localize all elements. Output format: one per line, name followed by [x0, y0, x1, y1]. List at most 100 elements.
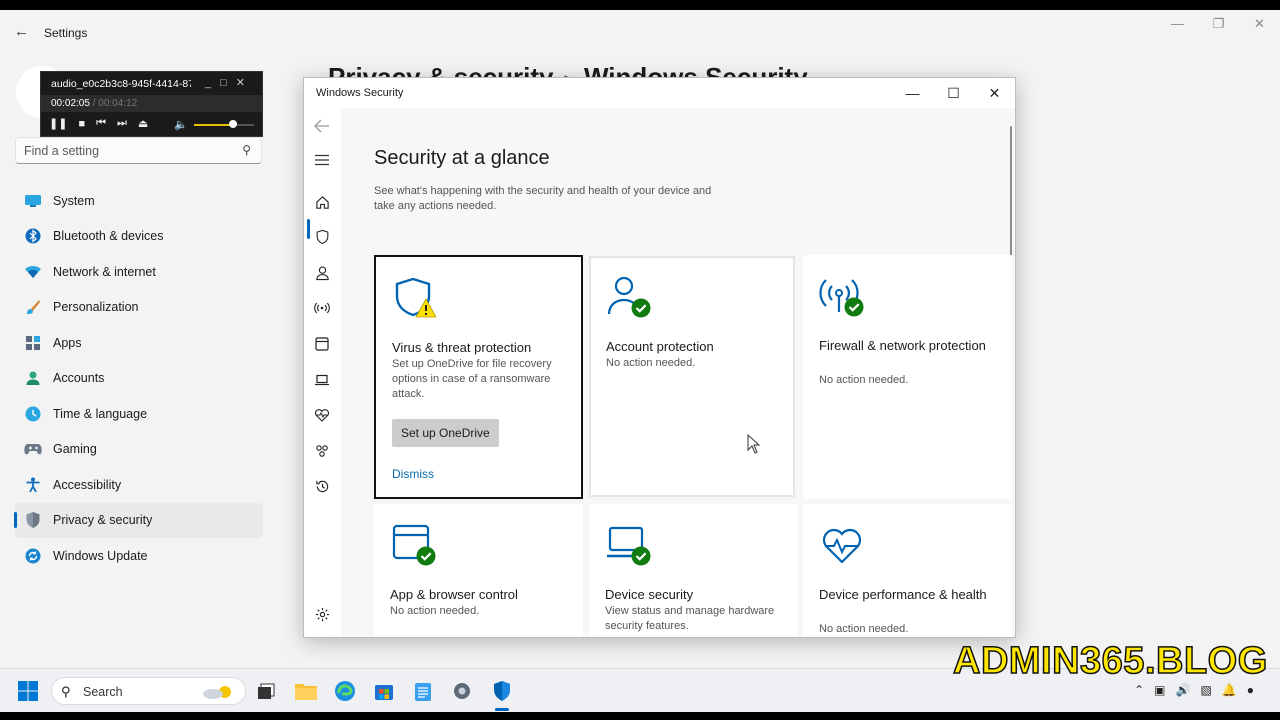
account-protection-card[interactable]: Account protection No action needed.	[589, 256, 795, 497]
bell-icon[interactable]: 🔔	[1222, 683, 1237, 697]
maximize-icon[interactable]: ☐	[933, 78, 974, 108]
card-title: Virus & threat protection	[392, 340, 532, 355]
search-input[interactable]	[16, 138, 231, 163]
close-icon[interactable]: ✕	[974, 78, 1015, 108]
security-content: Security at a glance See what's happenin…	[341, 108, 1015, 637]
copilot-icon[interactable]: ●	[1247, 683, 1254, 697]
store-icon	[375, 685, 393, 700]
sidebar-item-gaming[interactable]: Gaming	[15, 432, 263, 468]
monitor-icon[interactable]: ▣	[1154, 683, 1165, 697]
sidebar-item-accessibility[interactable]: Accessibility	[15, 467, 263, 503]
family-icon[interactable]	[312, 441, 332, 461]
settings-taskbar-button[interactable]	[448, 677, 476, 705]
setup-onedrive-button[interactable]: Set up OneDrive	[392, 419, 499, 447]
firewall-card[interactable]: Firewall & network protection No action …	[803, 255, 1012, 499]
restore-icon[interactable]: ❐	[1198, 16, 1239, 32]
search-icon: ⚲	[61, 684, 71, 699]
window-controls: — ☐ ✕	[892, 78, 1015, 108]
volume-icon[interactable]: 🔊	[1176, 683, 1191, 697]
heart-pulse-icon[interactable]	[312, 405, 332, 425]
windows-logo-icon	[18, 681, 38, 701]
virus-threat-card[interactable]: Virus & threat protection Set up OneDriv…	[374, 255, 583, 499]
file-explorer-button[interactable]	[292, 677, 320, 705]
heart-pulse-icon	[822, 528, 862, 564]
shield-icon[interactable]	[312, 227, 332, 247]
chevron-up-icon[interactable]: ⌃	[1134, 683, 1144, 697]
edge-button[interactable]	[331, 677, 359, 705]
total-time: 00:04:12	[98, 98, 138, 109]
hamburger-menu-icon[interactable]	[312, 150, 332, 170]
previous-icon[interactable]: ⏮	[96, 117, 106, 130]
start-button[interactable]	[14, 677, 42, 705]
sidebar-item-personalization[interactable]: Personalization	[15, 290, 263, 326]
taskbar-search[interactable]: ⚲ Search	[51, 677, 246, 705]
minimize-icon[interactable]: —	[892, 78, 933, 108]
sidebar-item-system[interactable]: System	[15, 183, 263, 219]
minimize-icon[interactable]: _	[205, 77, 220, 89]
close-icon[interactable]: ✕	[1239, 16, 1280, 32]
card-description: No action needed.	[819, 374, 909, 386]
shield-icon	[494, 681, 510, 701]
pause-icon[interactable]: ❚❚	[49, 117, 67, 130]
folder-icon	[295, 684, 317, 700]
wifi-antenna-icon[interactable]	[312, 298, 332, 318]
maximize-icon[interactable]: □	[220, 77, 236, 89]
sidebar-item-apps[interactable]: Apps	[15, 325, 263, 361]
device-security-card[interactable]: Device security View status and manage h…	[589, 504, 798, 637]
windows-security-taskbar-button[interactable]	[488, 677, 516, 705]
windows-security-window: Windows Security — ☐ ✕ Security at a gla…	[303, 77, 1016, 638]
mouse-cursor-icon	[747, 434, 761, 454]
close-icon[interactable]: ✕	[236, 77, 254, 89]
sidebar-item-accounts[interactable]: Accounts	[15, 361, 263, 397]
firewall-antenna-check-icon	[819, 279, 864, 317]
card-description: No action needed.	[819, 623, 909, 635]
back-arrow-icon[interactable]	[312, 116, 332, 136]
search-icon[interactable]: ⚲	[242, 143, 251, 157]
media-player[interactable]: audio_e0c2b3c8-945f-4414-87b _□✕ 00:02:0…	[40, 71, 263, 137]
app-browser-card[interactable]: App & browser control No action needed.	[374, 504, 583, 637]
sidebar-item-network-internet[interactable]: Network & internet	[15, 254, 263, 290]
gear-icon	[454, 683, 470, 699]
gear-icon[interactable]	[312, 604, 332, 624]
notepad-button[interactable]	[409, 677, 437, 705]
store-button[interactable]	[370, 677, 398, 705]
find-setting-search[interactable]: ⚲	[15, 137, 262, 164]
battery-icon[interactable]: ▧	[1200, 683, 1211, 697]
navigation-rail	[304, 108, 341, 637]
page-subheading: See what's happening with the security a…	[374, 185, 712, 212]
card-title: Device performance & health	[819, 587, 987, 602]
laptop-icon[interactable]	[312, 370, 332, 390]
volume-slider[interactable]	[193, 119, 254, 128]
history-icon[interactable]	[312, 476, 332, 496]
device-security-check-icon	[607, 526, 651, 566]
back-arrow-icon[interactable]: ←	[14, 23, 29, 40]
card-description: Set up OneDrive for file recovery option…	[392, 358, 552, 400]
volume-knob[interactable]	[228, 119, 237, 128]
device-performance-card[interactable]: Device performance & health No action ne…	[803, 504, 1012, 637]
home-icon[interactable]	[312, 192, 332, 212]
gamepad-icon	[23, 439, 43, 459]
speaker-icon[interactable]: 🔈	[174, 118, 188, 131]
sidebar-item-label: System	[53, 193, 95, 208]
shield-icon	[23, 510, 43, 530]
sidebar-item-time-language[interactable]: Time & language	[15, 396, 263, 432]
sidebar-item-windows-update[interactable]: Windows Update	[15, 538, 263, 574]
sidebar-item-bluetooth-devices[interactable]: Bluetooth & devices	[15, 219, 263, 255]
settings-window-controls: — ❐ ✕	[1157, 16, 1280, 32]
sidebar-item-privacy-security[interactable]: Privacy & security	[14, 502, 263, 538]
time-separator: /	[92, 98, 96, 109]
watermark-text: ADMIN365.BLOG	[952, 639, 1268, 683]
sidebar-item-label: Windows Update	[53, 548, 148, 563]
dismiss-link[interactable]: Dismiss	[392, 467, 434, 481]
stop-icon[interactable]: ■	[78, 118, 85, 130]
bottom-strip	[0, 712, 1280, 720]
person-icon[interactable]	[312, 263, 332, 283]
task-view-button[interactable]	[252, 677, 280, 705]
sidebar-item-label: Network & internet	[53, 264, 156, 279]
apps-icon	[23, 333, 43, 353]
next-icon[interactable]: ⏭	[117, 117, 127, 130]
clock-globe-icon	[23, 404, 43, 424]
eject-icon[interactable]: ⏏	[138, 117, 148, 130]
minimize-icon[interactable]: —	[1157, 16, 1198, 32]
app-browser-icon[interactable]	[312, 334, 332, 354]
